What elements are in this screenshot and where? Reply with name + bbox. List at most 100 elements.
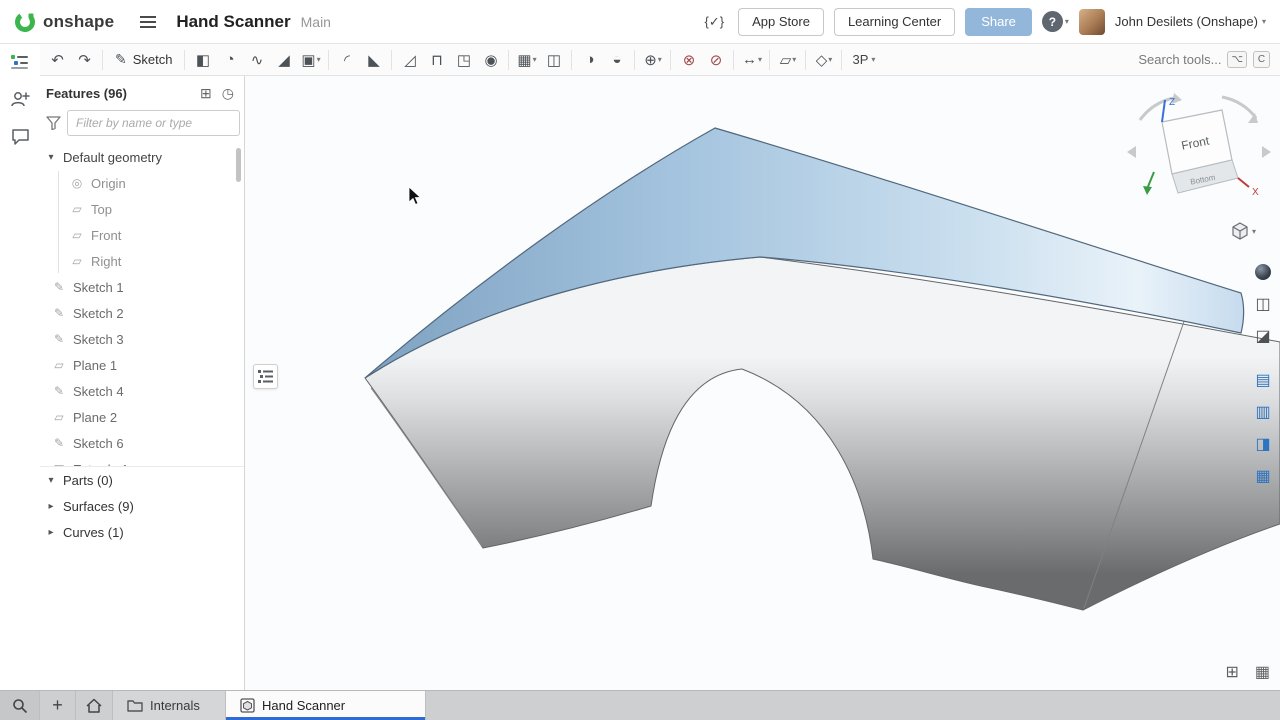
- fillet-button[interactable]: ◜: [333, 47, 360, 73]
- add-tab-button[interactable]: +: [40, 691, 76, 720]
- split-button[interactable]: ◒: [603, 47, 630, 73]
- app-store-button[interactable]: App Store: [738, 8, 824, 36]
- surface-tools-icon: ◇: [816, 51, 828, 69]
- view-cube[interactable]: Front Bottom Z X: [1124, 92, 1274, 207]
- tree-item-top-plane[interactable]: ▱ Top: [40, 196, 244, 222]
- user-avatar[interactable]: [1079, 9, 1105, 35]
- tree-item-label: Right: [91, 254, 121, 269]
- z-axis-label: Z: [1169, 97, 1175, 108]
- bom-panel-icon[interactable]: ▥: [1249, 398, 1277, 426]
- feature-tree-toggle-button[interactable]: [253, 364, 278, 389]
- tree-item-right-plane[interactable]: ▱ Right: [40, 248, 244, 274]
- shell-button[interactable]: ◳: [450, 47, 477, 73]
- main-menu-icon[interactable]: [136, 12, 160, 32]
- offset-surface-icon: ▱: [780, 51, 792, 69]
- delete-part-button[interactable]: ⊗: [675, 47, 702, 73]
- sketch-button[interactable]: ✎ Sketch: [107, 47, 180, 73]
- feature-filter-input[interactable]: [67, 110, 240, 136]
- tree-item-sketch-2[interactable]: ✎ Sketch 2: [40, 300, 244, 326]
- chevron-down-icon[interactable]: ▾: [46, 152, 56, 163]
- follow-user-icon[interactable]: [9, 88, 31, 110]
- tree-item-default-geometry[interactable]: ▾ Default geometry: [40, 144, 244, 170]
- redo-button[interactable]: ↷: [71, 47, 98, 73]
- named-views-icon[interactable]: ◫: [1249, 290, 1277, 318]
- help-menu[interactable]: ? ▾: [1042, 11, 1069, 32]
- tree-item-sketch-1[interactable]: ✎ Sketch 1: [40, 274, 244, 300]
- appearance-sphere-icon[interactable]: [1249, 258, 1277, 286]
- delete-face-button[interactable]: ⊘: [702, 47, 729, 73]
- surfaces-section[interactable]: ▸ Surfaces (9): [40, 493, 244, 519]
- hole-icon: ◉: [484, 51, 497, 69]
- measure-grid-icon[interactable]: ▦: [1255, 662, 1270, 682]
- tree-scrollbar[interactable]: [236, 148, 241, 182]
- thicken-button[interactable]: ▣▾: [297, 47, 324, 73]
- tree-item-origin[interactable]: ◎ Origin: [40, 170, 244, 196]
- onshape-logo[interactable]: onshape: [14, 11, 114, 33]
- undo-icon: ↶: [51, 51, 64, 69]
- boolean-button[interactable]: ◑: [576, 47, 603, 73]
- projection-mode-button[interactable]: 3P ▾: [846, 52, 881, 67]
- feature-list-icon[interactable]: [9, 51, 31, 73]
- sketch-icon: ✎: [52, 332, 66, 346]
- tree-item-label: Default geometry: [63, 150, 162, 165]
- insert-feature-icon[interactable]: ⊞: [200, 85, 212, 102]
- chamfer-button[interactable]: ◣: [360, 47, 387, 73]
- surface-tools-button[interactable]: ◇▾: [810, 47, 837, 73]
- share-button[interactable]: Share: [965, 8, 1032, 36]
- configurations-panel-icon[interactable]: ▤: [1249, 366, 1277, 394]
- search-tabs-button[interactable]: [0, 691, 40, 720]
- chevron-right-icon[interactable]: ▸: [46, 527, 56, 538]
- tree-item-extrude-1[interactable]: ◨ Extrude 1: [40, 456, 244, 466]
- chevron-down-icon[interactable]: ▾: [46, 475, 56, 486]
- revolve-button[interactable]: ◔: [216, 47, 243, 73]
- chevron-right-icon[interactable]: ▸: [46, 501, 56, 512]
- sketch-icon: ✎: [52, 436, 66, 450]
- learning-center-button[interactable]: Learning Center: [834, 8, 955, 36]
- boolean-icon: ◑: [585, 51, 594, 68]
- document-title: Hand Scanner: [176, 12, 290, 32]
- workspace-label[interactable]: Main: [301, 14, 331, 30]
- tree-item-front-plane[interactable]: ▱ Front: [40, 222, 244, 248]
- mirror-button[interactable]: ◫: [540, 47, 567, 73]
- parts-section[interactable]: ▾ Parts (0): [40, 467, 244, 493]
- view-options-button[interactable]: ▾: [1231, 222, 1256, 240]
- search-tools-button[interactable]: Search tools... ⌥ C: [1138, 51, 1270, 68]
- home-tab-button[interactable]: [76, 691, 113, 720]
- tree-item-sketch-6[interactable]: ✎ Sketch 6: [40, 430, 244, 456]
- move-face-icon: ↔: [742, 51, 757, 68]
- tree-item-sketch-3[interactable]: ✎ Sketch 3: [40, 326, 244, 352]
- section-view-icon[interactable]: ◪: [1249, 322, 1277, 350]
- offset-surface-button[interactable]: ▱▾: [774, 47, 801, 73]
- origin-icon: ◎: [70, 176, 84, 190]
- projection-mode-label: 3P: [852, 52, 868, 67]
- tables-panel-icon[interactable]: ▦: [1249, 462, 1277, 490]
- chamfer-icon: ◣: [368, 51, 380, 69]
- tab-internals[interactable]: Internals: [113, 691, 226, 720]
- transform-button[interactable]: ⊕▾: [639, 47, 666, 73]
- rib-button[interactable]: ⊓: [423, 47, 450, 73]
- documents-panel-icon[interactable]: ◨: [1249, 430, 1277, 458]
- linear-pattern-button[interactable]: ▦▾: [513, 47, 540, 73]
- undo-button[interactable]: ↶: [44, 47, 71, 73]
- tree-item-plane-1[interactable]: ▱ Plane 1: [40, 352, 244, 378]
- move-face-button[interactable]: ↔▾: [738, 47, 765, 73]
- draft-button[interactable]: ◿: [396, 47, 423, 73]
- viewport-right-strip: ◫ ◪ ▤ ▥ ◨ ▦: [1248, 258, 1278, 494]
- curves-section[interactable]: ▸ Curves (1): [40, 519, 244, 545]
- loft-button[interactable]: ◢: [270, 47, 297, 73]
- part-studio-icon: [240, 698, 255, 713]
- filter-icon[interactable]: [46, 116, 61, 130]
- tab-hand-scanner[interactable]: Hand Scanner: [226, 691, 426, 720]
- comments-icon[interactable]: [9, 125, 31, 147]
- extrude-button[interactable]: ◧: [189, 47, 216, 73]
- tree-item-sketch-4[interactable]: ✎ Sketch 4: [40, 378, 244, 404]
- user-menu[interactable]: John Desilets (Onshape) ▾: [1115, 14, 1266, 29]
- hole-button[interactable]: ◉: [477, 47, 504, 73]
- graphics-viewport[interactable]: Front Bottom Z X ▾ ◫ ◪ ▤ ▥ ◨: [245, 76, 1280, 690]
- sweep-button[interactable]: ∿: [243, 47, 270, 73]
- surfaces-section-label: Surfaces (9): [63, 499, 134, 514]
- tree-item-plane-2[interactable]: ▱ Plane 2: [40, 404, 244, 430]
- history-icon[interactable]: ◷: [222, 85, 234, 102]
- print-3d-icon[interactable]: ⊞: [1225, 662, 1238, 682]
- featurescript-icon[interactable]: {✓}: [701, 10, 729, 34]
